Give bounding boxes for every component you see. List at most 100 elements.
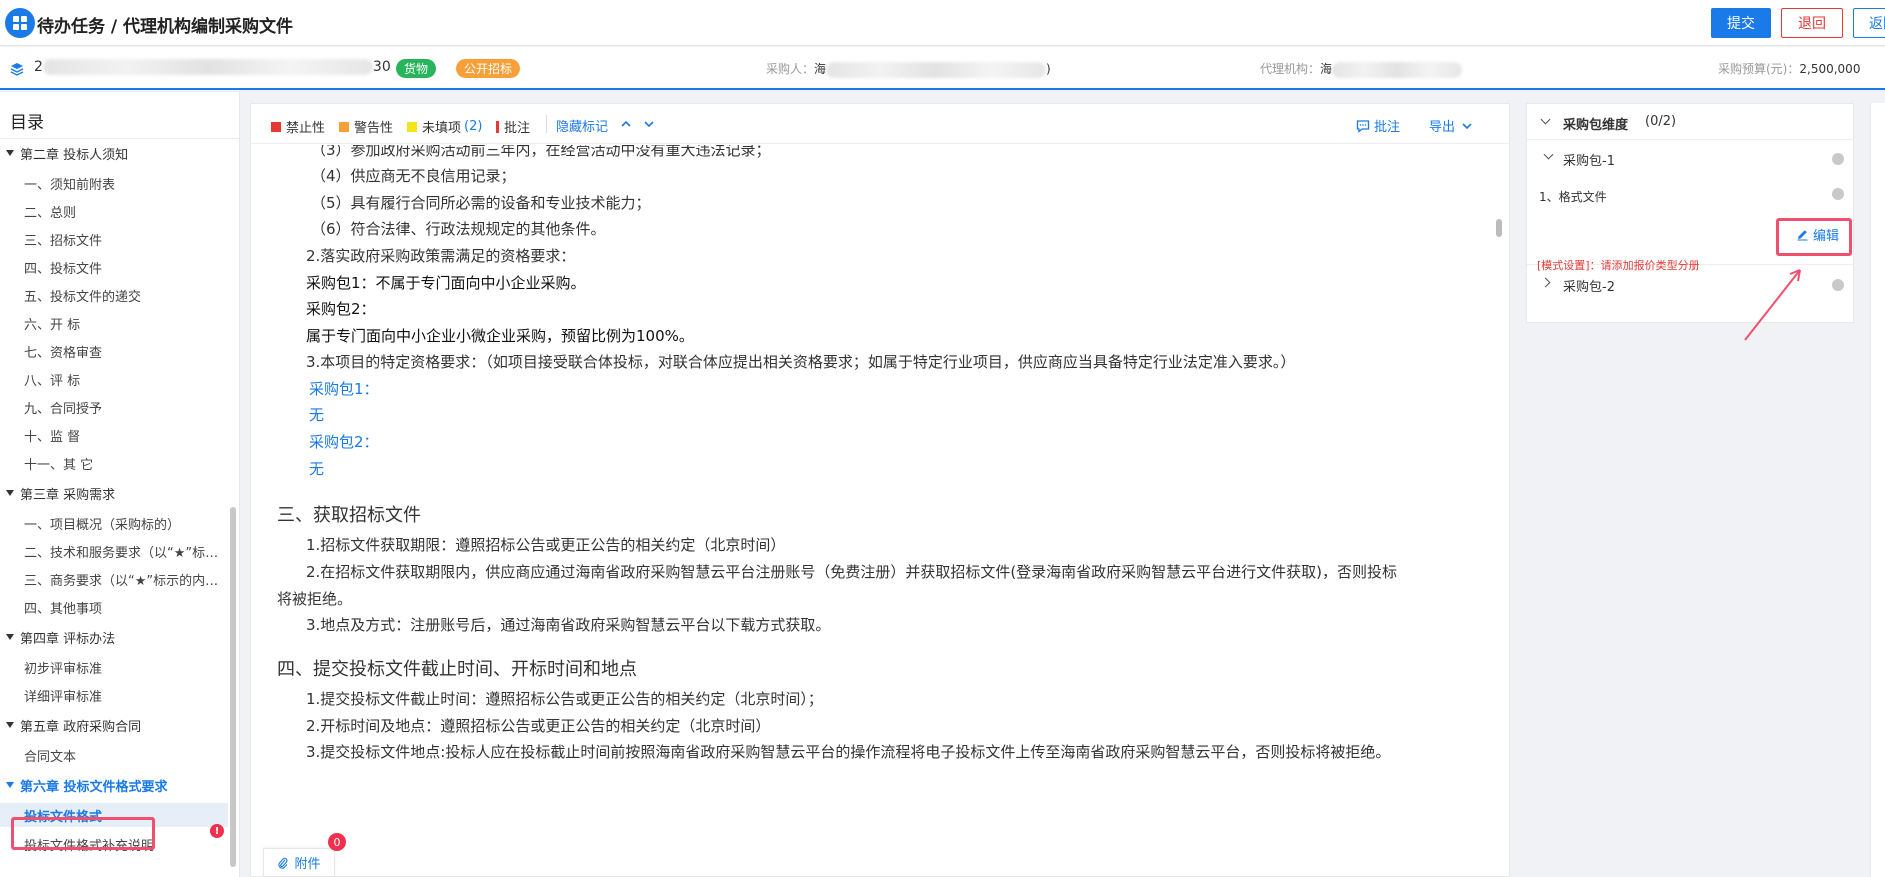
toc-label: 第五章 政府采购合同	[20, 719, 142, 735]
unfilled-marker-icon	[407, 121, 417, 132]
document-scrollbar[interactable]	[1496, 219, 1502, 237]
toc-label: 八、评 标	[24, 373, 81, 389]
toc-chapter[interactable]: 第六章 投标文件格式要求	[0, 773, 228, 797]
legend-warning: 警告性	[339, 117, 393, 136]
layers-icon	[10, 63, 24, 76]
toc-title: 目录	[10, 113, 44, 133]
comment-button[interactable]: 批注	[1356, 116, 1400, 135]
forbidden-marker-icon	[271, 121, 281, 132]
tag-goods: 货物	[396, 59, 437, 78]
breadcrumb: 待办任务 / 代理机构编制采购文件	[37, 17, 294, 37]
toc-label: 二、总则	[24, 205, 77, 221]
right-side-toolbar	[1870, 103, 1885, 877]
doc-heading: 四、提交投标文件截止时间、开标时间和地点	[277, 659, 637, 680]
document-content: （3）参加政府采购活动前三年内，在经营活动中没有重大违法记录； （4）供应商无不良…	[251, 145, 1509, 877]
status-circle-icon	[1832, 279, 1844, 291]
toc-section[interactable]: 六、开 标	[0, 311, 228, 335]
toc-sidebar: 目录 第二章 投标人须知一、须知前附表 二、总则三、招标文件四、投标文件五、投标文…	[0, 92, 240, 877]
chevron-up-icon[interactable]	[620, 118, 632, 130]
project-code: 2 30	[34, 59, 391, 75]
package-1-row[interactable]: 采购包-1	[1527, 140, 1853, 176]
toc-label: 五、投标文件的递交	[24, 289, 142, 305]
error-icon: !	[210, 824, 224, 838]
toc-section[interactable]: 二、技术和服务要求（以“★”标示的内容为实质性条款）	[0, 539, 228, 563]
chevron-down-icon[interactable]	[643, 118, 655, 130]
toc-section[interactable]: 九、合同授予	[0, 395, 228, 419]
toc-label: 三、商务要求（以“★”标示的内容为实质性条款）	[24, 573, 228, 589]
toc-section[interactable]: 七、资格审查	[0, 339, 228, 363]
hide-marks-button[interactable]: 隐藏标记	[556, 116, 608, 135]
legend-comment: 批注	[496, 117, 530, 136]
attachment-tab[interactable]: 附件	[263, 848, 335, 876]
toc-section[interactable]: 一、项目概况（采购标的）	[0, 511, 228, 535]
toc-chapter[interactable]: 第五章 政府采购合同	[0, 713, 228, 737]
toc-section[interactable]: 合同文本	[0, 743, 228, 767]
toc-section[interactable]: 一、须知前附表	[0, 171, 228, 195]
highlight-annotation	[11, 817, 155, 850]
toc-section[interactable]: 详细评审标准	[0, 683, 228, 707]
toc-section[interactable]: 三、招标文件	[0, 227, 228, 251]
return-button[interactable]: 退回	[1781, 8, 1843, 38]
toc-chapter[interactable]: 第三章 采购需求	[0, 481, 228, 505]
toc-chapter[interactable]: 第四章 评标办法	[0, 625, 228, 649]
toc-label: 四、投标文件	[24, 261, 103, 277]
legend-forbidden: 禁止性	[271, 117, 325, 136]
doc-paragraph: 2.落实政府采购政策需满足的资格要求：	[306, 247, 576, 265]
app-grid-icon[interactable]	[5, 8, 35, 38]
toc-section[interactable]: 十一、其 它	[0, 451, 228, 475]
caret-down-icon	[6, 490, 14, 496]
toc-label: 二、技术和服务要求（以“★”标示的内容为实质性条款）	[24, 545, 228, 561]
doc-paragraph: （4）供应商无不良信用记录；	[311, 167, 516, 185]
back-button[interactable]: 返回	[1853, 8, 1885, 38]
status-circle-icon	[1832, 153, 1844, 165]
doc-heading: 三、获取招标文件	[277, 505, 421, 526]
toc-section[interactable]: 四、投标文件	[0, 255, 228, 279]
mode-warning-text: [模式设置]：请添加报价类型分册	[1537, 259, 1700, 272]
toc-label: 初步评审标准	[24, 661, 103, 677]
doc-paragraph: 3.提交投标文件地点:投标人应在投标截止时间前按照海南省政府采购智慧云平台的操作…	[306, 743, 1391, 761]
tag-open-tender: 公开招标	[456, 59, 521, 78]
submit-button[interactable]: 提交	[1711, 8, 1771, 38]
comment-marker-icon	[496, 120, 499, 133]
paperclip-icon	[278, 857, 288, 869]
chevron-down-icon	[1462, 122, 1472, 129]
purchaser-field: 采购人：海)	[766, 61, 1051, 78]
doc-toolbar: 禁止性 警告性 未填项 (2) 批注 隐藏标记 批注 导出	[251, 104, 1509, 144]
doc-paragraph: 3.本项目的特定资格要求：（如项目接受联合体投标，对联合体应提出相关资格要求；如…	[306, 353, 1296, 371]
toc-section[interactable]: 二、总则	[0, 199, 228, 223]
caret-down-icon	[6, 634, 14, 640]
toc-chapter[interactable]: 第二章 投标人须知	[0, 141, 228, 165]
caret-down-icon	[6, 722, 14, 728]
status-circle-icon	[1832, 188, 1844, 200]
caret-down-icon	[6, 150, 14, 156]
toc-section[interactable]: 八、评 标	[0, 367, 228, 391]
toc-label: 第三章 采购需求	[20, 487, 116, 503]
chevron-down-icon	[1543, 149, 1554, 160]
doc-paragraph: 3.地点及方式：注册账号后，通过海南省政府采购智慧云平台以下载方式获取。	[306, 616, 831, 634]
toc-section[interactable]: 初步评审标准	[0, 655, 228, 679]
toc-label: 详细评审标准	[24, 689, 103, 705]
package-1-item-row[interactable]: 1、格式文件	[1527, 176, 1853, 212]
toc-section[interactable]: 五、投标文件的递交	[0, 283, 228, 307]
doc-paragraph: 采购包2：	[309, 433, 379, 451]
export-button[interactable]: 导出	[1429, 116, 1473, 135]
doc-paragraph: （5）具有履行合同所必需的设备和专业技术能力；	[311, 194, 651, 212]
doc-paragraph: 1.提交投标文件截止时间：遵照招标公告或更正公告的相关约定（北京时间）；	[306, 690, 823, 708]
toc-section[interactable]: 十、监 督	[0, 423, 228, 447]
toc-label: 合同文本	[24, 749, 77, 765]
chevron-down-icon[interactable]	[1540, 114, 1551, 125]
highlight-annotation	[1776, 218, 1852, 256]
toc-label: 一、项目概况（采购标的）	[24, 517, 181, 533]
sidebar-scrollbar[interactable]	[230, 507, 236, 867]
toc-section[interactable]: 三、商务要求（以“★”标示的内容为实质性条款）	[0, 567, 228, 591]
doc-paragraph: 1.招标文件获取期限：遵照招标公告或更正公告的相关约定（北京时间）	[306, 536, 786, 554]
toc-section[interactable]: 四、其他事项	[0, 595, 228, 619]
legend-unfilled: 未填项 (2)	[407, 117, 482, 136]
toc-label: 一、须知前附表	[24, 177, 116, 193]
toc-label: 十、监 督	[24, 429, 81, 445]
doc-paragraph: 属于专门面向中小企业小微企业采购，预留比例为100%。	[306, 327, 694, 345]
doc-paragraph: 无	[309, 406, 325, 424]
arrow-annotation	[1744, 269, 1801, 341]
doc-paragraph: （6）符合法律、行政法规规定的其他条件。	[311, 220, 606, 238]
doc-paragraph: （3）参加政府采购活动前三年内，在经营活动中没有重大违法记录；	[311, 145, 771, 159]
